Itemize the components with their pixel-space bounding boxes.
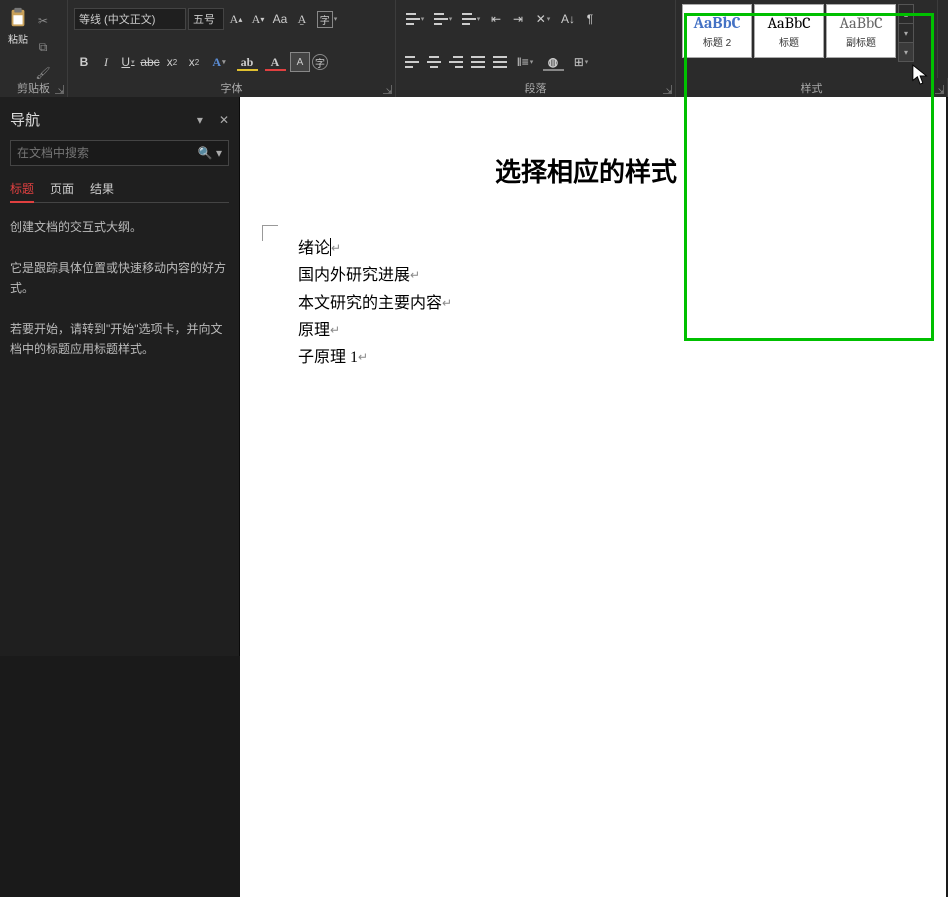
italic-button[interactable]: I: [96, 52, 116, 72]
styles-scroll-down[interactable]: ▾: [899, 24, 913, 43]
paste-label: 粘贴: [8, 31, 28, 46]
nav-tabs: 标题 页面 结果: [10, 176, 229, 203]
underline-button[interactable]: U: [118, 52, 138, 72]
search-icon[interactable]: 🔍 ▾: [198, 146, 222, 160]
font-size-combo[interactable]: 五号: [188, 8, 224, 30]
style-card-title[interactable]: AaBbC 标题: [754, 4, 824, 58]
font-launcher[interactable]: [383, 85, 392, 94]
styles-launcher[interactable]: [935, 85, 944, 94]
nav-tab-pages[interactable]: 页面: [50, 176, 74, 202]
clear-formatting-button[interactable]: 字: [314, 9, 340, 29]
shrink-font-button[interactable]: A▾: [248, 9, 268, 29]
decrease-indent-button[interactable]: ⇤: [486, 9, 506, 29]
grow-font-button[interactable]: A▴: [226, 9, 246, 29]
doc-line: 国内外研究进展↵: [298, 262, 886, 289]
clipboard-group-label: 剪贴板: [0, 78, 68, 97]
nav-help3: 若要开始，请转到"开始"选项卡，并向文档中的标题应用标题样式。: [10, 319, 229, 360]
doc-line: 绪论↵: [298, 235, 886, 262]
nav-search[interactable]: 🔍 ▾: [10, 140, 229, 166]
text-effects-button[interactable]: A: [206, 52, 232, 72]
sort-button[interactable]: A↓: [558, 9, 578, 29]
phonetic-guide-button[interactable]: A̱: [292, 9, 312, 29]
font-name-combo[interactable]: 等线 (中文正文): [74, 8, 186, 30]
doc-line: 本文研究的主要内容↵: [298, 290, 886, 317]
align-right-button[interactable]: [446, 52, 466, 72]
style-card-heading2[interactable]: AaBbC 标题 2: [682, 4, 752, 58]
bullets-button[interactable]: [402, 9, 428, 29]
enclose-char-button[interactable]: 字: [312, 54, 328, 70]
superscript-button[interactable]: x2: [184, 52, 204, 72]
style-card-subtitle[interactable]: AaBbC 副标题: [826, 4, 896, 58]
nav-tab-results[interactable]: 结果: [90, 176, 114, 202]
justify-button[interactable]: [468, 52, 488, 72]
nav-search-input[interactable]: [17, 146, 198, 160]
asian-layout-button[interactable]: ✕: [530, 9, 556, 29]
multilevel-list-button[interactable]: [458, 9, 484, 29]
styles-group: AaBbC 标题 2 AaBbC 标题 AaBbC 副标题 ▴ ▾ ▾: [676, 0, 938, 78]
shading-button[interactable]: ◍: [540, 52, 566, 72]
doc-line: 子原理 1↵: [298, 344, 886, 371]
style-sample: AaBbC: [694, 14, 741, 32]
doc-title: 选择相应的样式: [286, 151, 886, 195]
paragraph-launcher[interactable]: [663, 85, 672, 94]
ribbon: 粘贴 ✂ ⧉ 🖌 等线 (中文正文) 五号 A▴ A▾ Aa A̱ 字: [0, 0, 948, 98]
copy-button[interactable]: ⧉: [33, 37, 53, 57]
paste-button[interactable]: 粘贴: [3, 3, 33, 75]
change-case-button[interactable]: Aa: [270, 9, 290, 29]
styles-gallery-more[interactable]: ▾: [899, 43, 913, 61]
styles-scroll-up[interactable]: ▴: [899, 5, 913, 24]
strikethrough-button[interactable]: abc: [140, 52, 160, 72]
align-center-button[interactable]: [424, 52, 444, 72]
font-group: 等线 (中文正文) 五号 A▴ A▾ Aa A̱ 字 B I U abc x2 …: [68, 0, 396, 78]
font-group-label: 字体: [68, 78, 396, 97]
highlight-color-button[interactable]: ab: [234, 52, 260, 72]
show-formatting-button[interactable]: ¶: [580, 9, 600, 29]
style-name: 副标题: [846, 34, 876, 49]
document-page[interactable]: 选择相应的样式 绪论↵ 国内外研究进展↵ 本文研究的主要内容↵ 原理↵ 子原理 …: [240, 97, 946, 897]
line-spacing-button[interactable]: ‖≡: [512, 52, 538, 72]
paragraph-group-label: 段落: [396, 78, 676, 97]
distributed-button[interactable]: [490, 52, 510, 72]
doc-line: 原理↵: [298, 317, 886, 344]
styles-scroll: ▴ ▾ ▾: [898, 4, 914, 62]
mouse-cursor-icon: [912, 64, 930, 86]
nav-menu-dropdown[interactable]: ▾: [197, 113, 203, 127]
increase-indent-button[interactable]: ⇥: [508, 9, 528, 29]
nav-help-text: 创建文档的交互式大纲。 它是跟踪具体位置或快速移动内容的好方式。 若要开始，请转…: [10, 217, 229, 360]
borders-button[interactable]: ⊞: [568, 52, 594, 72]
nav-tab-headings[interactable]: 标题: [10, 176, 34, 203]
clipboard-launcher[interactable]: [55, 85, 64, 94]
nav-close-button[interactable]: ✕: [219, 113, 229, 127]
styles-group-label: 样式: [676, 78, 948, 97]
subscript-button[interactable]: x2: [162, 52, 182, 72]
style-name: 标题 2: [703, 34, 731, 49]
margin-corner-icon: [262, 225, 278, 241]
style-name: 标题: [779, 34, 799, 49]
paragraph-group: ⇤ ⇥ ✕ A↓ ¶ ‖≡ ◍ ⊞: [396, 0, 676, 78]
clipboard-group: 粘贴 ✂ ⧉ 🖌: [0, 0, 68, 78]
navigation-pane: 导航 ▾ ✕ 🔍 ▾ 标题 页面 结果 创建文档的交互式大纲。 它是跟踪具体位置…: [0, 97, 240, 656]
style-sample: AaBbC: [840, 14, 883, 32]
font-color-button[interactable]: A: [262, 52, 288, 72]
nav-help2: 它是跟踪具体位置或快速移动内容的好方式。: [10, 258, 229, 299]
numbering-button[interactable]: [430, 9, 456, 29]
char-shading-button[interactable]: A: [290, 52, 310, 72]
nav-help1: 创建文档的交互式大纲。: [10, 217, 229, 237]
align-left-button[interactable]: [402, 52, 422, 72]
cut-button[interactable]: ✂: [33, 11, 53, 31]
style-sample: AaBbC: [768, 14, 811, 32]
nav-title: 导航: [10, 109, 40, 130]
bold-button[interactable]: B: [74, 52, 94, 72]
